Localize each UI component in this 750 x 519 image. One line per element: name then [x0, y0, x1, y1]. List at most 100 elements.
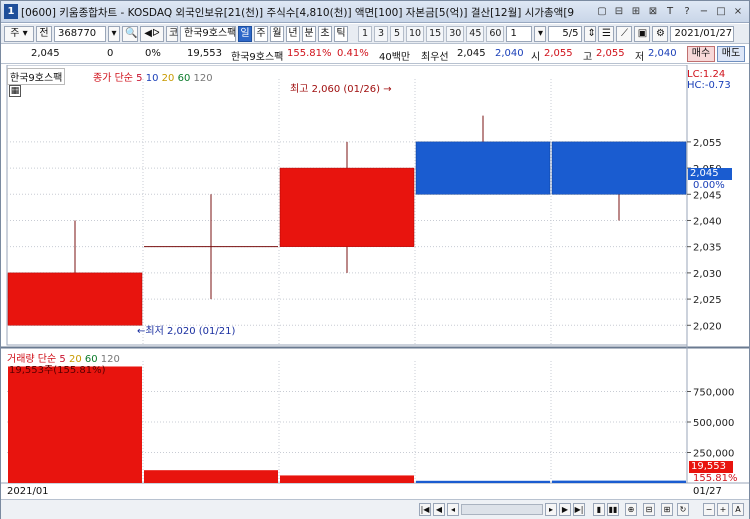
quote-info-bar: 2,045 0 0% 19,553 한국9호스팩 155.81% 0.41% 4…: [1, 45, 749, 64]
price-legend[interactable]: 한국9호스팩: [7, 68, 66, 85]
prev-page-icon[interactable]: ◀: [433, 503, 445, 516]
current-price-tag: 2,045: [688, 168, 732, 180]
high-annotation-text: 최고 2,060 (01/26): [290, 84, 381, 95]
interval-1-button[interactable]: 1: [358, 25, 372, 42]
period-minute-button[interactable]: 분: [302, 25, 316, 42]
buy-button[interactable]: 매수: [687, 46, 715, 62]
minimize-button[interactable]: −: [697, 4, 711, 19]
chart-window: 1 [0600] 키움종합차트 - KOSDAQ 외국인보유[21(천)] 주식…: [0, 0, 750, 519]
price-tick-label: 2,045: [693, 190, 722, 201]
chart-svg[interactable]: 2,0202,0252,0302,0352,0402,0452,0502,055…: [1, 65, 749, 499]
volume-tick-label: 500,000: [693, 418, 734, 429]
zoom-icon[interactable]: ⊕: [625, 503, 637, 516]
period-month-button[interactable]: 월: [270, 25, 284, 42]
current-price: 2,045: [31, 48, 60, 59]
price-tick-label: 2,025: [693, 295, 722, 306]
period-week-button[interactable]: 주: [254, 25, 268, 42]
code-dropdown-button[interactable]: ▾: [108, 25, 120, 42]
zoom-bar-icon[interactable]: ▮: [593, 503, 605, 516]
volume-axis: 250,000 500,000 750,000: [687, 388, 734, 460]
count-input[interactable]: 5/5: [548, 25, 583, 42]
interval-45-button[interactable]: 45: [466, 25, 485, 42]
price-tick-label: 2,040: [693, 216, 722, 227]
next-page-icon[interactable]: ▶: [559, 503, 571, 516]
help-icon[interactable]: ?: [680, 4, 694, 19]
interval-5-button[interactable]: 5: [390, 25, 404, 42]
period-day-button[interactable]: 일: [238, 25, 252, 42]
gear-icon: ⚙: [655, 27, 665, 39]
scroll-right-icon[interactable]: ▸: [545, 503, 557, 516]
scroll-left-icon[interactable]: ◂: [447, 503, 459, 516]
search-icon: 🔍: [125, 27, 138, 39]
chevron-down-icon: ▾: [111, 27, 117, 39]
link-icon[interactable]: ▢: [595, 4, 609, 19]
period-second-button[interactable]: 초: [318, 25, 332, 42]
high-price: 2,055: [596, 48, 625, 59]
ma-60-label: 60: [177, 73, 191, 84]
chart-area[interactable]: 2,0202,0252,0302,0352,0402,0452,0502,055…: [1, 65, 749, 519]
list-icon: ☰: [601, 27, 611, 39]
horizontal-scrollbar[interactable]: [461, 504, 543, 515]
interval-10-button[interactable]: 10: [406, 25, 425, 42]
x-axis-start-label: 2021/01: [7, 486, 49, 497]
volume-tick-label: 250,000: [693, 449, 734, 460]
search-button[interactable]: 🔍: [122, 25, 138, 42]
save-button[interactable]: ▣: [634, 25, 651, 42]
ma-legend-title: 종가 단순: [93, 73, 133, 84]
interval-30-button[interactable]: 30: [446, 25, 465, 42]
scroll-footer: |◀ ◀ ◂ ▸ ▶ ▶| ▮ ▮▮ ⊕ ⊟ ⊞ ↻ − + A: [1, 499, 749, 519]
zoom-in-icon[interactable]: +: [717, 503, 729, 516]
interval-3-button[interactable]: 3: [374, 25, 388, 42]
settings-list-button[interactable]: ☰: [598, 25, 615, 42]
window-number-badge[interactable]: 1: [4, 4, 18, 19]
reduce-icon[interactable]: ⊟: [643, 503, 655, 516]
date-input[interactable]: 2021/01/27: [670, 25, 735, 42]
expand-icon[interactable]: ⊞: [661, 503, 673, 516]
current-pct-tag: 0.00%: [693, 180, 725, 191]
first-page-icon[interactable]: |◀: [419, 503, 431, 516]
best-bid: 2,040: [495, 48, 524, 59]
refresh-icon[interactable]: ↻: [677, 503, 689, 516]
zoom-out-icon[interactable]: −: [703, 503, 715, 516]
code-input[interactable]: 368770: [54, 25, 106, 42]
price-ma-legend[interactable]: 종가 단순 5 10 20 60 120: [93, 69, 213, 84]
volume-value-label: 19,553주(155.81%): [9, 365, 106, 376]
change-rate: 0%: [145, 48, 161, 59]
screen-icon[interactable]: ⊠: [646, 4, 660, 19]
period-tick-button[interactable]: 틱: [334, 25, 348, 42]
draw-line-button[interactable]: ⟋: [616, 25, 633, 42]
mode-select[interactable]: 주 ▾: [4, 25, 34, 42]
chevron-down-icon: ▾: [537, 27, 543, 39]
prev-button[interactable]: 전: [36, 25, 52, 42]
auto-scale-icon[interactable]: A: [732, 503, 744, 516]
ma-10-label: 10: [145, 73, 159, 84]
turnover-rate: 0.41%: [337, 48, 369, 59]
interval-input[interactable]: 1: [506, 25, 533, 42]
sell-button[interactable]: 매도: [717, 46, 745, 62]
settings-button[interactable]: ⚙: [652, 25, 669, 42]
grid-toggle-icon[interactable]: ▦: [9, 85, 21, 97]
interval-dropdown-button[interactable]: ▾: [534, 25, 547, 42]
last-page-icon[interactable]: ▶|: [573, 503, 585, 516]
stock-name-field[interactable]: 한국9호스팩: [180, 25, 236, 42]
best-ask: 2,045: [457, 48, 486, 59]
period-year-button[interactable]: 년: [286, 25, 300, 42]
minimize-pane-icon[interactable]: ⊟: [612, 4, 626, 19]
zoom-bars-icon[interactable]: ▮▮: [607, 503, 619, 516]
volume-ratio: 155.81%: [287, 48, 332, 59]
window-controls: ▢ ⊟ ⊞ ⊠ T ? − □ ×: [595, 4, 745, 19]
price-tick-label: 2,020: [693, 321, 722, 332]
tile-icon[interactable]: ⊞: [629, 4, 643, 19]
ma-5-label: 5: [136, 73, 143, 84]
count-stepper[interactable]: ⇕: [584, 25, 597, 42]
sound-button[interactable]: ◀ᐅ: [140, 25, 164, 42]
close-button[interactable]: ×: [731, 4, 745, 19]
font-icon[interactable]: T: [663, 4, 677, 19]
speaker-icon: ◀ᐅ: [144, 27, 160, 39]
interval-60-button[interactable]: 60: [486, 25, 505, 42]
maximize-button[interactable]: □: [714, 4, 728, 19]
best-quote-label: 최우선: [421, 52, 449, 63]
interval-15-button[interactable]: 15: [426, 25, 445, 42]
candle-body: [7, 272, 143, 326]
volume-bar: [416, 480, 550, 483]
